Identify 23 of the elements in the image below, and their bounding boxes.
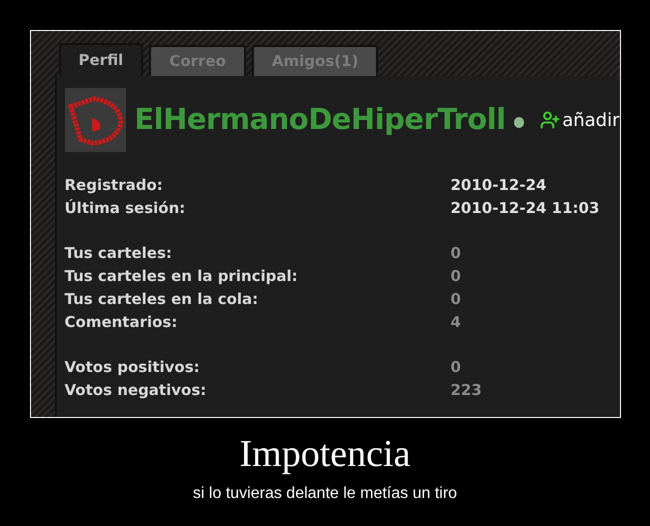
stat-value: 0 xyxy=(450,243,461,264)
stat-value: 0 xyxy=(450,266,461,288)
tab[interactable]: Perfil xyxy=(58,43,144,76)
stat-label: Votos negativos: xyxy=(64,380,208,402)
stat-label: Votos positivos: xyxy=(64,357,201,378)
stat-value: 2010-12-24 xyxy=(450,175,546,196)
stat-value: 0 xyxy=(450,357,461,378)
avatar-logo-icon xyxy=(64,88,126,152)
stat-label: Comentarios: xyxy=(64,312,178,334)
add-user-icon xyxy=(540,110,560,130)
username: ElHermanoDeHiperTroll xyxy=(134,101,506,138)
stat-label: Registrado: xyxy=(64,175,164,196)
poster-title: Impotencia xyxy=(240,432,410,476)
add-friend-link[interactable]: añadir xyxy=(540,106,620,134)
stat-value: 4 xyxy=(450,312,461,334)
stat-label: Última sesión: xyxy=(64,198,186,220)
stat-value: 2010-12-24 11:03 xyxy=(450,198,600,220)
stat-value: 0 xyxy=(450,289,461,310)
poster-subtitle: si lo tuvieras delante le metías un tiro xyxy=(192,484,458,504)
stat-label: Tus carteles en la cola: xyxy=(64,289,260,310)
stat-label: Tus carteles: xyxy=(64,243,173,264)
stat-value: 223 xyxy=(450,380,482,402)
stat-label: Tus carteles en la principal: xyxy=(64,266,299,288)
